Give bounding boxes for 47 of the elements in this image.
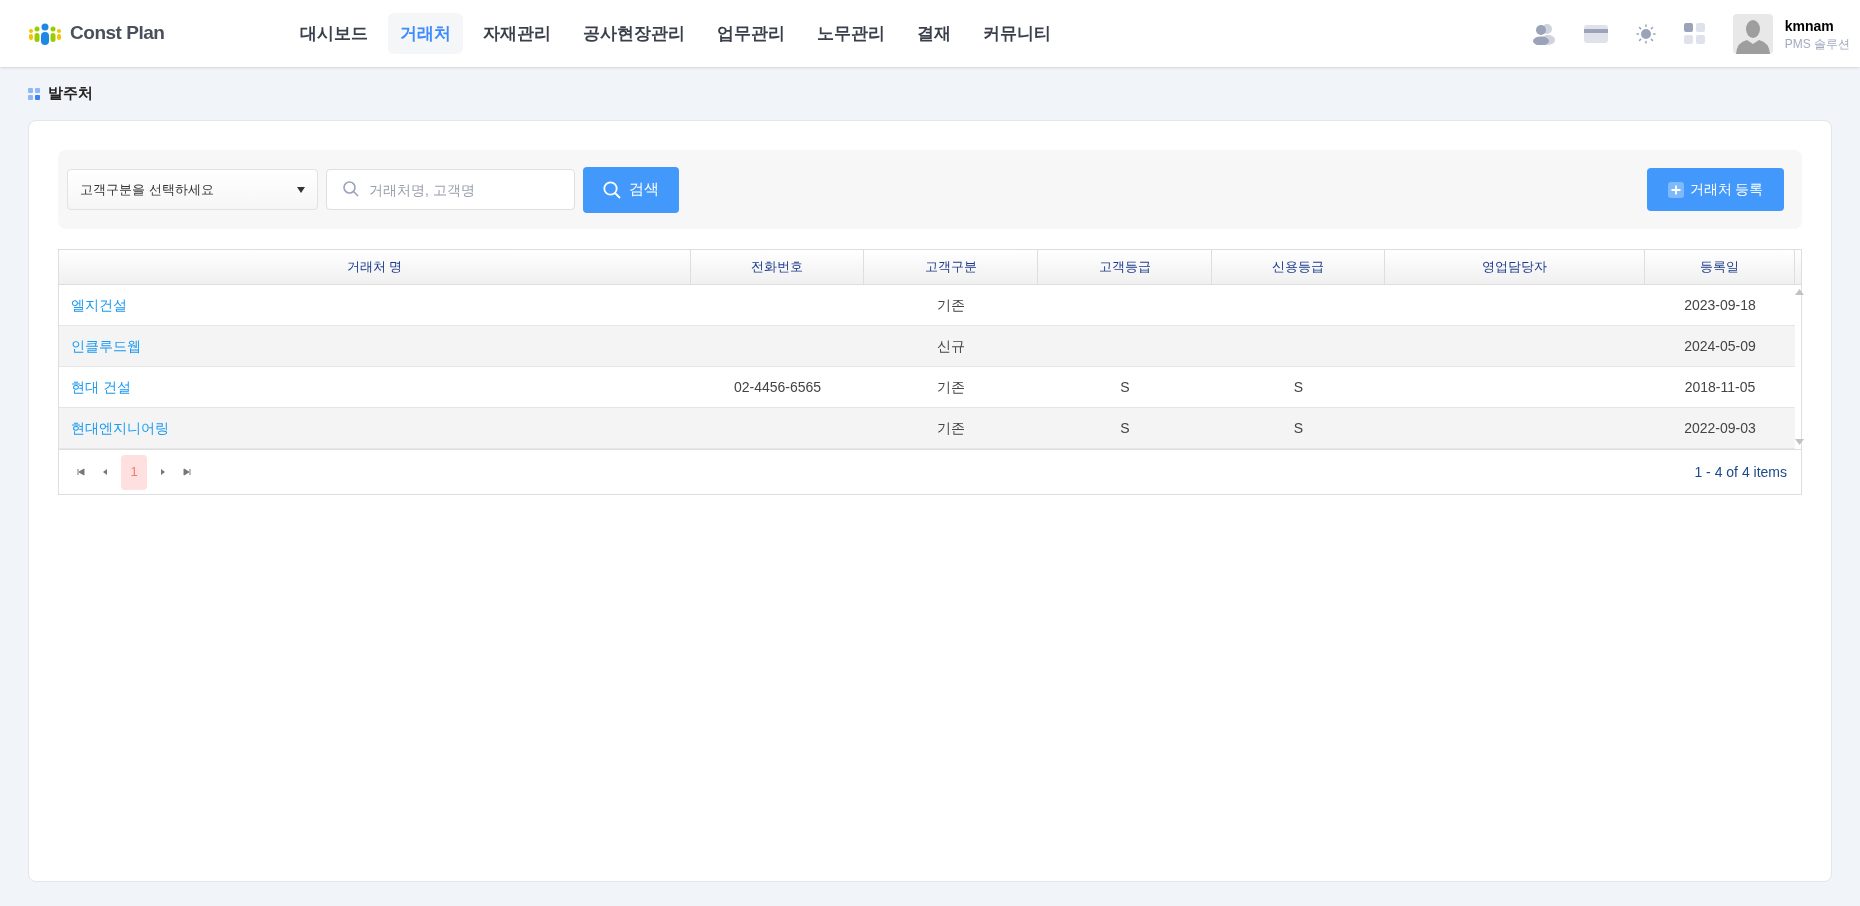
table-cell-text: 신규 [937,336,965,356]
table-cell-text: 2022-09-03 [1684,418,1756,438]
sun-icon[interactable] [1635,23,1656,44]
table-cell-text: S [1120,377,1130,397]
table-cell-text: 기존 [937,377,965,397]
column-header[interactable]: 영업담당자 [1482,257,1547,277]
column-header[interactable]: 거래처 명 [346,257,403,277]
section-icon [28,87,40,100]
table-cell-text: S [1293,377,1304,397]
logo-icon [28,22,62,45]
card-icon[interactable] [1583,24,1608,43]
table-cell-text: 2018-11-05 [1684,377,1756,397]
logo-text: Const Plan [70,21,165,46]
table-cell-text: S [1293,418,1304,438]
users-icon[interactable] [1531,22,1556,45]
search-icon [603,180,621,199]
column-header[interactable]: 고객등급 [1098,257,1151,277]
nav-tab[interactable]: 결재 [905,12,963,55]
nav-tab[interactable]: 커뮤니티 [971,12,1063,55]
search-field[interactable]: 거래처명, 고객명 [326,169,575,210]
nav-tab[interactable]: 자재관리 [471,12,563,55]
caret-icon [297,186,305,193]
page-title: 발주처 [48,83,93,104]
column-header[interactable]: 신용등급 [1272,257,1324,277]
user-name: kmnam [1784,16,1835,36]
grid-icon[interactable] [1683,23,1705,44]
table-cell-text: 02-4456-6565 [733,377,822,397]
column-header[interactable]: 등록일 [1700,257,1739,277]
nav-tab[interactable]: 공사현장관리 [571,12,697,55]
table-cell-text: S [1120,418,1130,438]
user-subtitle: PMS 솔루션 [1784,35,1850,52]
plus-icon [1667,181,1684,198]
table-cell-text: 기존 [937,295,965,315]
search-icon [343,181,359,197]
column-header[interactable]: 전화번호 [751,257,803,277]
scroll-down-icon[interactable] [1795,439,1804,445]
nav-tab[interactable]: 업무관리 [705,12,797,55]
table-cell-text: 2023-09-18 [1684,295,1756,315]
column-header[interactable]: 고객구분 [924,257,977,277]
nav-tab[interactable]: 노무관리 [805,12,897,55]
avatar-icon[interactable] [1732,13,1773,54]
category-select[interactable]: 고객구분을 선택하세요 [67,169,318,210]
nav-tab[interactable]: 대시보드 [288,12,380,55]
pager-summary: 1 - 4 of 4 items [1694,462,1787,482]
table-cell-text: 기존 [937,418,965,438]
table-cell-text: 2024-05-09 [1684,336,1756,356]
scroll-up-icon[interactable] [1795,289,1804,295]
